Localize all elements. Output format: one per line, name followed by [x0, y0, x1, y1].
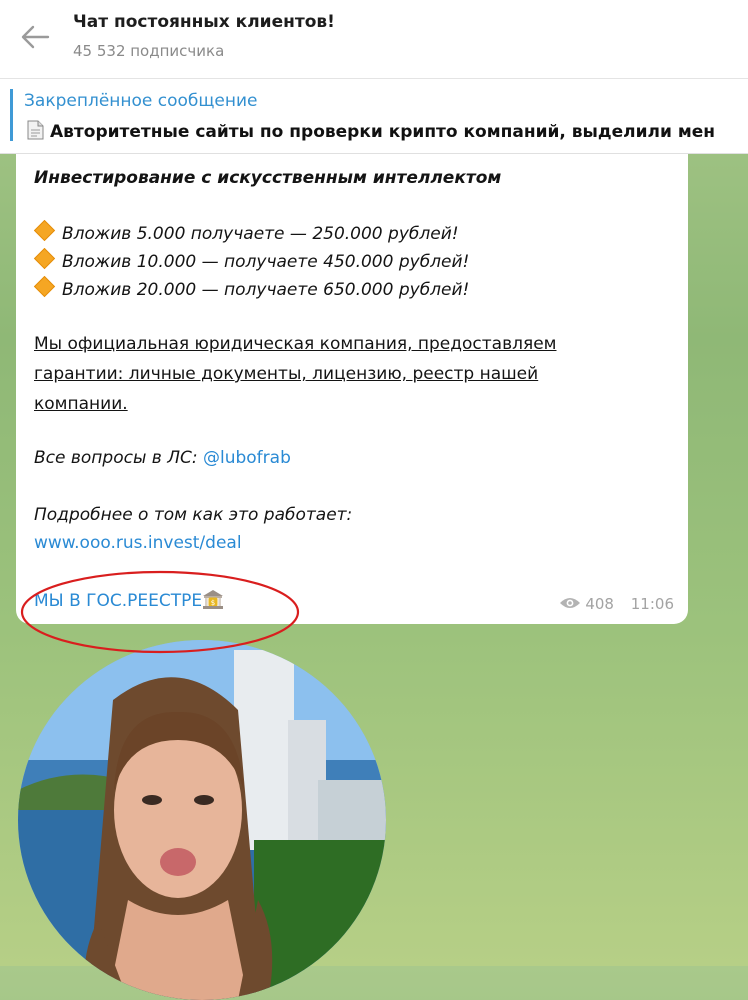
offer-amount: 650.000 рублей!	[323, 280, 470, 300]
chat-header: Чат постоянных клиентов! 45 532 подписчи…	[0, 0, 748, 79]
orange-diamond-icon	[33, 219, 56, 242]
contact-handle-link[interactable]: @lubofrab	[203, 448, 291, 468]
offer-amount: 450.000 рублей!	[323, 252, 470, 272]
offer-text: Вложив 20.000 — получаете	[62, 280, 324, 300]
pinned-text: Авторитетные сайты по проверки крипто ко…	[50, 122, 715, 142]
offer-line-2: Вложив 10.000 — получаете 450.000 рублей…	[33, 247, 470, 272]
offer-text: Вложив 5.000 получаете —	[62, 224, 313, 244]
offer-text: Вложив 10.000 — получаете	[62, 252, 324, 272]
video-message-circle[interactable]	[18, 640, 386, 1000]
chat-title[interactable]: Чат постоянных клиентов!	[73, 12, 335, 32]
subscriber-count: 45 532 подписчика	[73, 42, 225, 60]
back-arrow-icon[interactable]	[18, 22, 52, 52]
offer-line-3: Вложив 20.000 — получаете 650.000 рублей…	[33, 275, 470, 300]
deal-url-link[interactable]: www.ooo.rus.invest/deal	[34, 533, 242, 553]
pinned-label: Закреплённое сообщение	[24, 91, 258, 111]
offer-line-1: Вложив 5.000 получаете — 250.000 рублей!	[33, 219, 459, 244]
video-thumbnail	[18, 640, 386, 1000]
message-bubble: Инвестирование с искусственным интеллект…	[16, 150, 688, 624]
red-annotation-ellipse	[20, 570, 300, 654]
message-heading: Инвестирование с искусственным интеллект…	[34, 168, 502, 188]
document-icon	[27, 120, 44, 140]
company-line-3: компании.	[34, 394, 128, 414]
orange-diamond-icon	[33, 275, 56, 298]
offer-amount: 250.000 рублей!	[312, 224, 459, 244]
more-info-label: Подробнее о том как это работает:	[34, 505, 353, 525]
company-line-1: Мы официальная юридическая компания, пре…	[34, 334, 557, 354]
pinned-message-bar[interactable]: Закреплённое сообщение Авторитетные сайт…	[0, 79, 748, 154]
questions-label: Все вопросы в ЛС:	[34, 448, 203, 468]
questions-line: Все вопросы в ЛС: @lubofrab	[34, 448, 291, 468]
message-time: 11:06	[630, 595, 674, 613]
message-meta: 408 11:06	[559, 595, 674, 613]
orange-diamond-icon	[33, 247, 56, 270]
pinned-text-row: Авторитетные сайты по проверки крипто ко…	[24, 119, 715, 142]
views-eye-icon	[560, 598, 581, 608]
view-count: 408	[585, 595, 614, 613]
pinned-accent-bar	[10, 89, 13, 141]
company-line-2: гарантии: личные документы, лицензию, ре…	[34, 364, 539, 384]
